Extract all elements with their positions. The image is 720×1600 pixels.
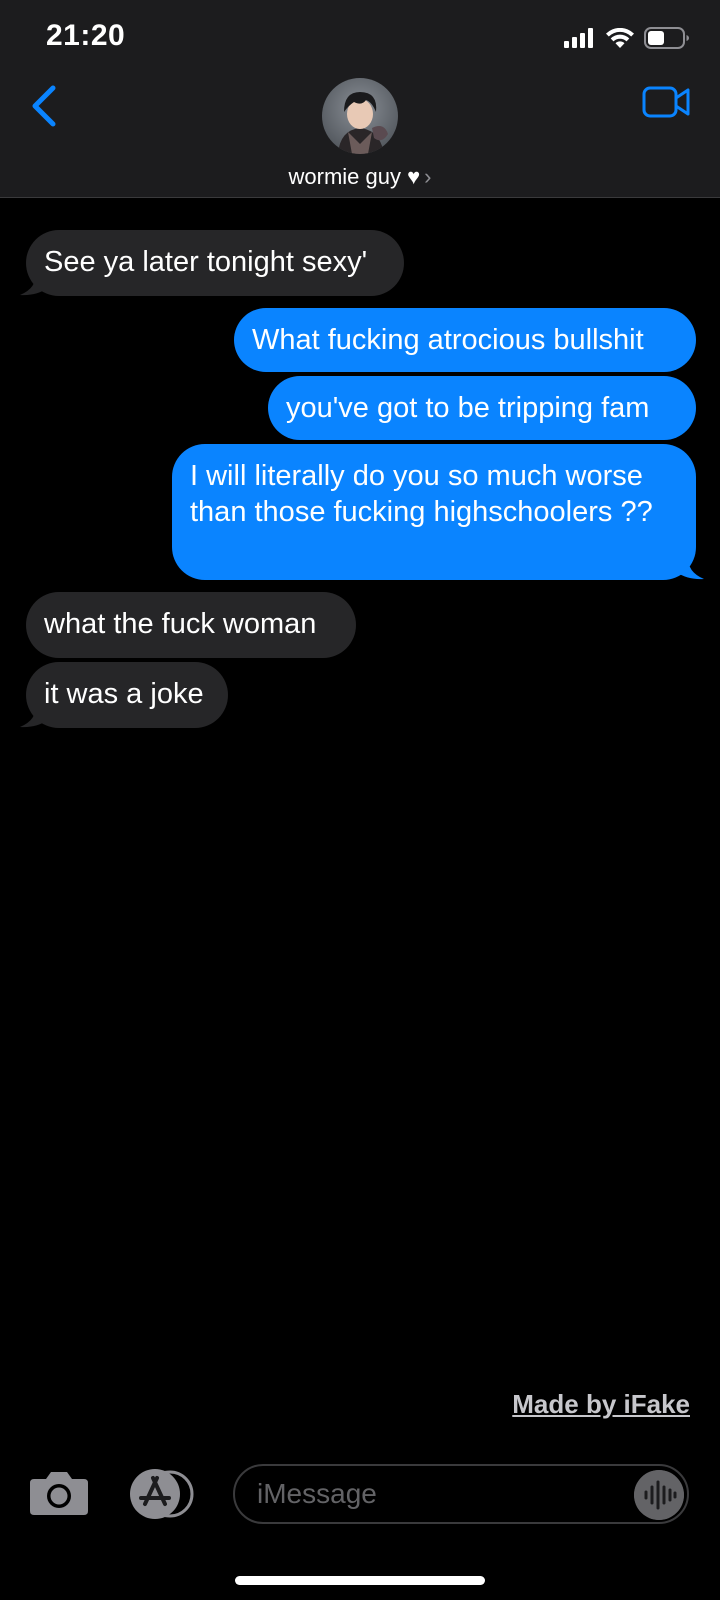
message-bubble-sent[interactable]: you've got to be tripping fam xyxy=(268,376,696,440)
camera-icon xyxy=(30,1472,88,1515)
contact-avatar[interactable] xyxy=(322,78,398,154)
chevron-left-icon xyxy=(32,85,56,127)
app-store-icon xyxy=(130,1469,194,1519)
message-bubble-sent[interactable]: I will literally do you so much worse th… xyxy=(172,444,696,580)
contact-name-button[interactable]: wormie guy ♥ › xyxy=(0,164,720,190)
made-by-ifake-link[interactable]: Made by iFake xyxy=(512,1389,690,1420)
camera-button[interactable] xyxy=(28,1469,90,1517)
message-bubble-received[interactable]: what the fuck woman xyxy=(26,592,356,658)
message-bubble-received[interactable]: See ya later tonight sexy' xyxy=(26,230,404,296)
message-bubble-sent[interactable]: What fucking atrocious bullshit xyxy=(234,308,696,372)
imessage-input[interactable] xyxy=(233,1464,689,1524)
status-icons xyxy=(564,24,690,52)
status-time: 21:20 xyxy=(46,19,126,52)
battery-icon xyxy=(644,27,689,49)
contact-name: wormie guy ♥ xyxy=(288,164,421,189)
video-camera-icon xyxy=(642,86,690,118)
chevron-right-icon: › xyxy=(424,164,432,189)
bubble-tail xyxy=(676,556,704,580)
bubble-tail xyxy=(20,272,48,296)
audio-message-button[interactable] xyxy=(634,1470,684,1520)
video-call-button[interactable] xyxy=(642,82,692,122)
cellular-signal-icon xyxy=(564,28,593,48)
app-store-button[interactable] xyxy=(126,1468,196,1520)
wifi-icon xyxy=(606,27,634,48)
bubble-tail xyxy=(20,704,48,728)
back-button[interactable] xyxy=(22,80,66,132)
home-indicator xyxy=(235,1576,485,1585)
message-bubble-received[interactable]: it was a joke xyxy=(26,662,228,728)
conversation-header: 21:20 wormie guy ♥ › xyxy=(0,0,720,198)
